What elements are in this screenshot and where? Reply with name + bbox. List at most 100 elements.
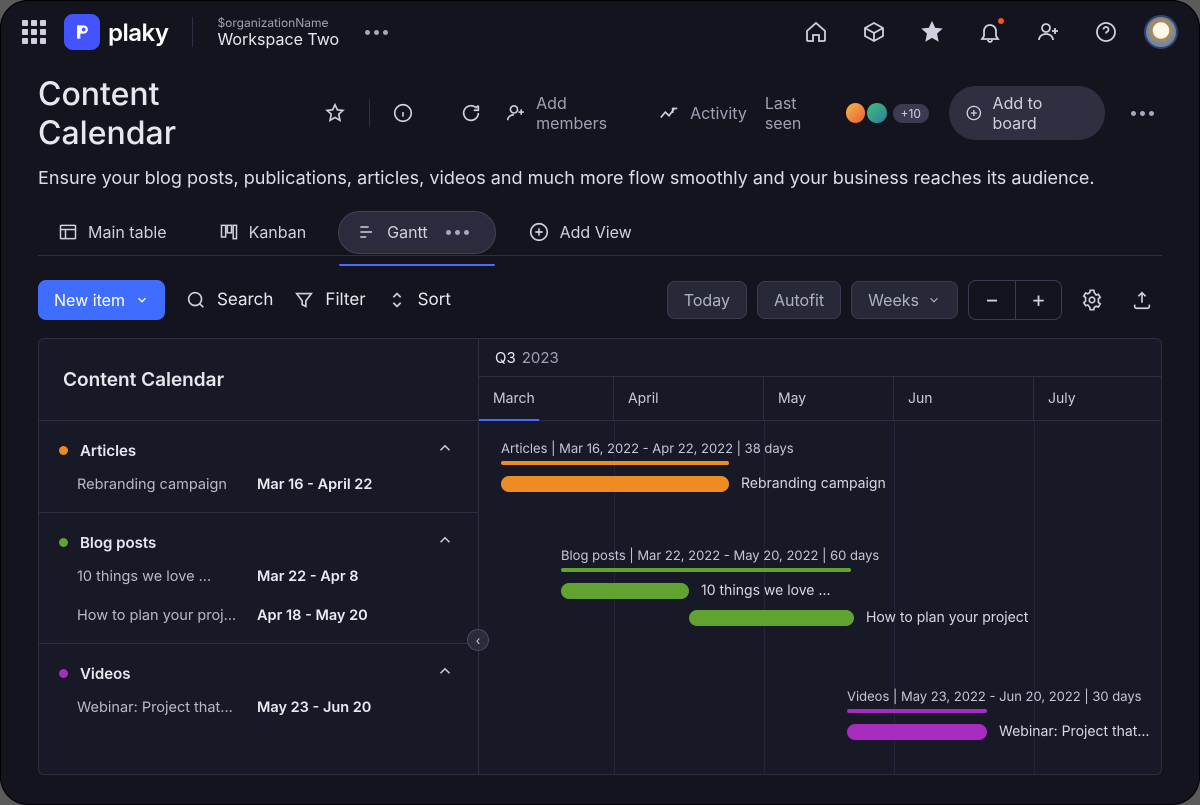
group-color-dot — [59, 446, 68, 455]
add-members-button[interactable]: Add members — [505, 93, 641, 133]
month-header[interactable]: May — [764, 377, 894, 420]
task-date: Mar 16 - April 22 — [257, 476, 372, 493]
scale-label: Weeks — [868, 290, 919, 310]
seen-avatar — [865, 101, 888, 125]
month-header-row: March April May Jun July — [479, 377, 1161, 421]
package-icon[interactable] — [854, 12, 894, 52]
favorite-star-icon[interactable] — [319, 97, 350, 129]
zoom-out-button[interactable]: − — [969, 281, 1015, 319]
period-label: Q3 — [495, 348, 516, 367]
filter-button[interactable]: Filter — [293, 289, 365, 311]
group-range-bar[interactable] — [847, 709, 987, 713]
tab-main-table[interactable]: Main table — [38, 210, 187, 254]
timeline-canvas[interactable]: ‹ Articles | Mar 16, 2022 - Apr 22, 2022… — [479, 421, 1161, 774]
info-icon[interactable] — [388, 97, 419, 129]
last-seen-label: Last seen — [765, 93, 836, 133]
star-icon[interactable] — [912, 12, 952, 52]
group-range-label: Articles | Mar 16, 2022 - Apr 22, 2022 |… — [501, 441, 1161, 457]
group-blog-posts: Blog posts 10 things we love ... Mar 22 … — [39, 513, 478, 644]
task-date: May 23 - Jun 20 — [257, 699, 371, 716]
settings-icon[interactable] — [1072, 280, 1112, 320]
add-to-board-button[interactable]: Add to board — [949, 86, 1105, 140]
add-view-button[interactable]: Add View — [508, 209, 652, 255]
group-title: Videos — [80, 664, 130, 683]
today-button[interactable]: Today — [667, 281, 747, 319]
today-label: Today — [684, 290, 730, 310]
filter-label: Filter — [325, 290, 365, 310]
task-bar[interactable] — [501, 476, 729, 492]
more-menu-icon[interactable] — [357, 22, 396, 43]
zoom-controls: − + — [968, 280, 1062, 320]
search-button[interactable]: Search — [185, 289, 273, 311]
month-header[interactable]: April — [614, 377, 764, 420]
period-header: Q3 2023 — [479, 339, 1161, 377]
task-row[interactable]: Rebranding campaign Mar 16 - April 22 — [39, 465, 478, 504]
invite-user-icon[interactable] — [1028, 12, 1068, 52]
group-range-label: Videos | May 23, 2022 - Jun 20, 2022 | 3… — [847, 689, 1161, 705]
last-seen[interactable]: Last seen +10 — [765, 93, 931, 133]
apps-grid-icon[interactable] — [22, 20, 46, 44]
group-videos: Videos Webinar: Project that... May 23 -… — [39, 644, 478, 735]
group-title: Blog posts — [80, 533, 156, 552]
tab-gantt[interactable]: Gantt — [338, 211, 495, 254]
scale-select[interactable]: Weeks — [851, 281, 958, 319]
tab-more-icon[interactable] — [438, 222, 477, 243]
help-icon[interactable] — [1086, 12, 1126, 52]
group-range-bar[interactable] — [501, 461, 729, 465]
collapse-chevron-icon[interactable] — [436, 662, 454, 684]
add-to-board-label: Add to board — [993, 93, 1089, 133]
new-item-button[interactable]: New item — [38, 280, 165, 320]
add-members-label: Add members — [536, 93, 640, 133]
board-more-icon[interactable] — [1123, 103, 1162, 124]
org-label: $organizationName — [217, 16, 339, 30]
user-avatar[interactable] — [1144, 15, 1178, 49]
tab-label: Main table — [88, 222, 167, 242]
collapse-chevron-icon[interactable] — [436, 531, 454, 553]
task-name: Rebranding campaign — [77, 476, 237, 493]
task-bar[interactable] — [847, 724, 987, 740]
board-description: Ensure your blog posts, publications, ar… — [38, 168, 1162, 189]
zoom-in-button[interactable]: + — [1015, 281, 1061, 319]
tab-label: Add View — [560, 222, 632, 242]
pane-collapse-handle[interactable]: ‹ — [467, 629, 489, 651]
month-header[interactable]: Jun — [894, 377, 1034, 420]
group-title: Articles — [80, 441, 136, 460]
task-row[interactable]: How to plan your proj... Apr 18 - May 20 — [39, 596, 478, 635]
timeline-group-blog: Blog posts | Mar 22, 2022 - May 20, 2022… — [561, 548, 1161, 626]
collapse-chevron-icon[interactable] — [436, 439, 454, 461]
month-header[interactable]: March — [479, 377, 614, 420]
task-bar[interactable] — [689, 610, 854, 626]
home-icon[interactable] — [796, 12, 836, 52]
brand-logo[interactable]: plaky — [64, 14, 168, 50]
export-icon[interactable] — [1122, 280, 1162, 320]
task-bar-label: Webinar: Project that... — [999, 723, 1149, 740]
tab-kanban[interactable]: Kanban — [199, 210, 327, 254]
task-name: 10 things we love ... — [77, 568, 237, 585]
workspace-switcher[interactable]: $organizationName Workspace Two — [217, 16, 339, 48]
sort-button[interactable]: Sort — [386, 289, 451, 311]
brand-name: plaky — [108, 18, 168, 47]
left-pane-header: Content Calendar — [39, 339, 478, 421]
bell-icon[interactable] — [970, 12, 1010, 52]
task-bar[interactable] — [561, 583, 689, 599]
group-articles: Articles Rebranding campaign Mar 16 - Ap… — [39, 421, 478, 513]
sort-label: Sort — [418, 290, 451, 310]
gantt-panel: Content Calendar Articles Rebranding cam… — [38, 338, 1162, 775]
activity-button[interactable]: Activity — [658, 102, 747, 124]
group-color-dot — [59, 669, 68, 678]
autofit-button[interactable]: Autofit — [757, 281, 841, 319]
search-label: Search — [217, 290, 273, 310]
separator — [192, 17, 193, 47]
task-date: Apr 18 - May 20 — [257, 607, 368, 624]
gantt-left-pane: Content Calendar Articles Rebranding cam… — [39, 339, 479, 774]
task-date: Mar 22 - Apr 8 — [257, 568, 359, 585]
month-header[interactable]: July — [1034, 377, 1161, 420]
refresh-icon[interactable] — [455, 97, 486, 129]
gantt-toolbar: New item Search Filter Sort Today Autofi… — [0, 256, 1200, 338]
group-range-bar[interactable] — [561, 568, 851, 572]
notification-dot — [996, 16, 1006, 26]
seen-count: +10 — [891, 102, 931, 125]
task-bar-label: How to plan your project — [866, 609, 1028, 626]
task-row[interactable]: Webinar: Project that... May 23 - Jun 20 — [39, 688, 478, 727]
task-row[interactable]: 10 things we love ... Mar 22 - Apr 8 — [39, 557, 478, 596]
